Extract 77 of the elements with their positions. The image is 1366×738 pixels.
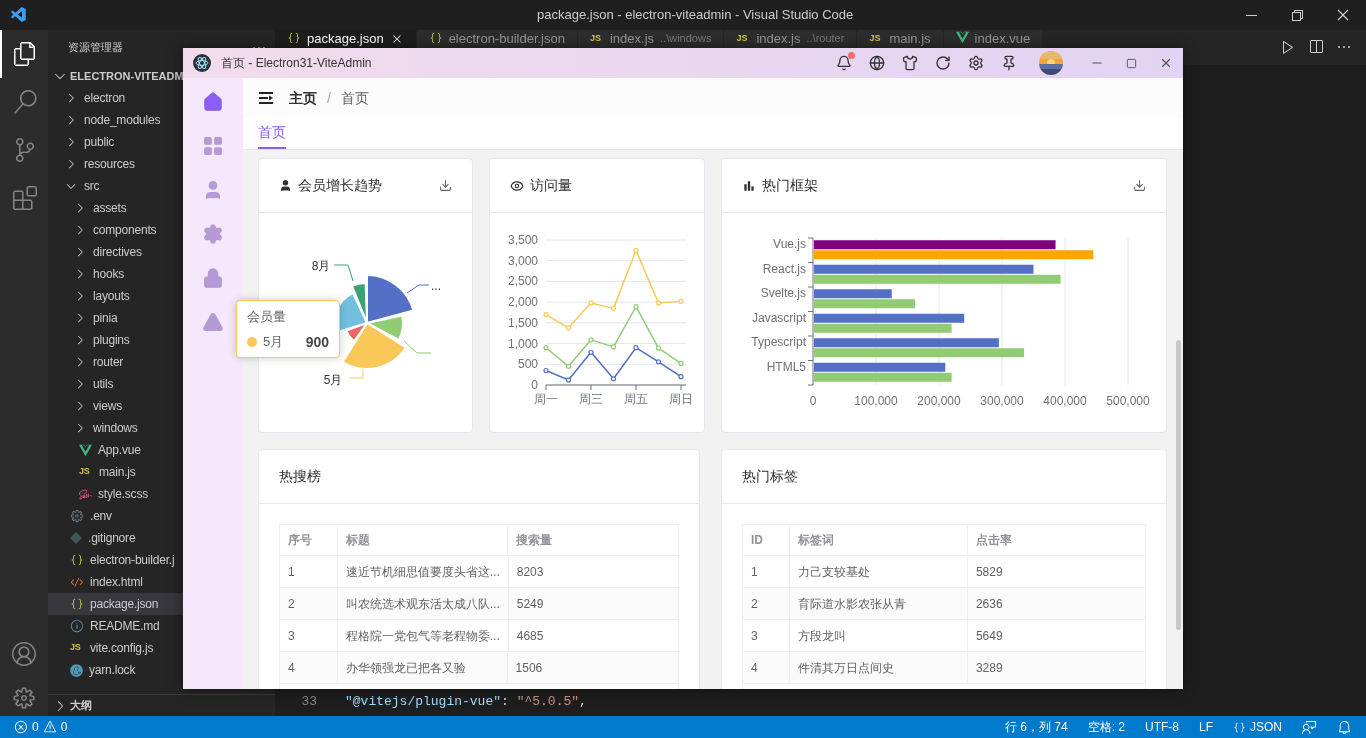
app-title: 首页 - Electron31-ViteAdmin: [221, 55, 372, 72]
table-cell: 力己支较基处: [789, 556, 968, 587]
table-cell: 程格院一党包气等老程物委...: [337, 620, 509, 651]
slice-label: 5月: [323, 373, 343, 387]
table-cell: 育际道水影农张从青: [789, 588, 968, 619]
column-header: 搜索量: [514, 532, 553, 549]
axis-tick-label: Javascript: [751, 310, 806, 325]
slice-label: 8月: [311, 259, 331, 273]
card-title: 热门框架: [762, 176, 818, 195]
table-cell-text: 2636: [974, 595, 1004, 613]
axis-tick-label: 3,000: [507, 253, 538, 268]
table-cell: 速近节机细思值要度头省这...: [337, 556, 509, 587]
column-header: 点击率: [974, 532, 1013, 549]
column-header: ID: [743, 525, 790, 555]
card-title: 会员增长趋势: [298, 176, 382, 195]
table-cell: 2: [280, 588, 338, 619]
js-icon: JS: [590, 31, 604, 46]
table-cell: 方段龙叫: [789, 620, 968, 651]
slice-label: ...: [431, 279, 441, 293]
axis-tick-label: React.js: [762, 261, 806, 276]
axis-tick-label: 周一: [534, 392, 558, 406]
card-title: 热门标签: [742, 467, 798, 486]
js-icon: JS: [70, 641, 84, 655]
table-cell-text: 5649: [974, 627, 1004, 645]
axis-tick-label: 2,000: [507, 295, 538, 310]
axis-tick-label: 2,500: [507, 274, 538, 289]
table-cell-text: 1506: [514, 659, 544, 677]
table-cell: 件清其万日点间史: [789, 652, 968, 683]
axis-tick-label: HTML5: [766, 359, 806, 374]
axis-tick-label: 200,000: [917, 394, 961, 408]
axis-tick-label: Vue.js: [773, 237, 806, 252]
table-cell: 2: [743, 588, 790, 619]
table-cell: 办华领强龙已把各又验: [338, 652, 508, 683]
js-icon: JS: [869, 31, 884, 46]
js-icon: JS: [736, 31, 751, 46]
axis-tick-label: 300,000: [980, 394, 1024, 408]
table-cell: 4: [743, 652, 790, 683]
card-title: 访问量: [530, 176, 572, 195]
table-cell: 叫农统选术观东活太成八队...: [337, 588, 509, 619]
explorer-title: 资源管理器: [68, 40, 123, 56]
table-cell: 4: [280, 652, 339, 683]
breadcrumb-separator: /: [327, 88, 331, 108]
table-cell: 3: [743, 620, 790, 651]
column-header: 标签词: [789, 525, 968, 555]
table-cell-text: 8203: [515, 563, 545, 581]
axis-tick-label: 500: [517, 357, 538, 372]
card-title: 热搜榜: [279, 467, 321, 486]
window-title: package.json - electron-viteadmin - Visual Studio Code: [537, 6, 854, 25]
js-icon: JS: [79, 465, 93, 479]
axis-tick-label: 周三: [579, 392, 603, 406]
line-number: 33: [300, 692, 317, 711]
axis-tick-label: Svelte.js: [760, 286, 806, 301]
axis-tick-label: 1,500: [507, 315, 538, 330]
column-header: 标题: [338, 525, 508, 555]
axis-tick-label: 0: [809, 394, 817, 408]
tooltip-value: 900: [305, 332, 329, 352]
axis-tick-label: 400,000: [1043, 394, 1087, 408]
axis-tick-label: 周五: [624, 392, 648, 406]
table-cell-text: 4685: [515, 627, 545, 645]
code-line: "@vitejs/plugin-vue": "^5.0.5",: [345, 692, 587, 711]
axis-tick-label: 500,000: [1106, 394, 1150, 408]
table-cell: 1: [280, 556, 338, 587]
axis-tick-label: 周日: [669, 392, 693, 406]
axis-tick-label: 1,000: [507, 336, 538, 351]
column-header: 序号: [280, 525, 339, 555]
tooltip-title: 会员量: [247, 308, 287, 326]
breadcrumb-item: 首页: [340, 88, 369, 108]
axis-tick-label: 3,500: [507, 233, 538, 247]
axis-tick-label: 100,000: [854, 394, 898, 408]
tooltip-label: 5月: [263, 333, 284, 352]
table-cell-text: 3289: [974, 659, 1004, 677]
table-cell: 3: [280, 620, 338, 651]
axis-tick-label: 0: [531, 378, 538, 392]
table-cell-text: 5249: [515, 595, 545, 613]
table-cell-text: 5829: [974, 563, 1004, 581]
axis-tick-label: Typescript: [751, 335, 806, 350]
table-cell: 1: [743, 556, 790, 587]
